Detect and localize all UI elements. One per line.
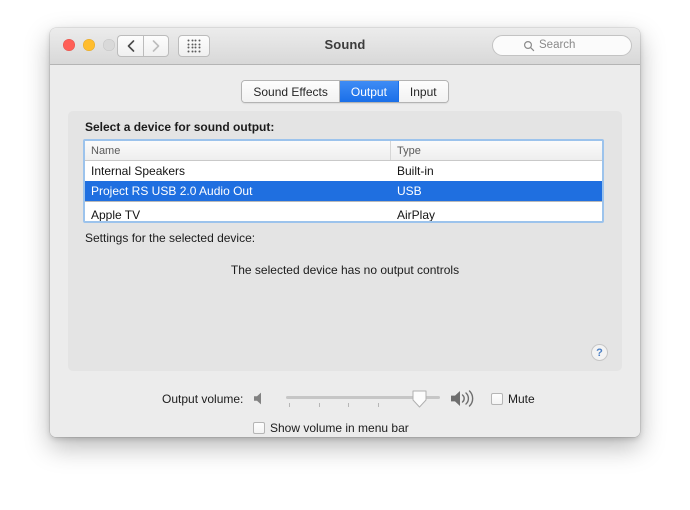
device-name: Project RS USB 2.0 Audio Out: [91, 184, 253, 198]
column-header-name[interactable]: Name: [85, 141, 391, 160]
table-row[interactable]: Project RS USB 2.0 Audio Out USB: [85, 181, 602, 202]
window-titlebar: Sound Search: [50, 28, 640, 65]
device-list-label: Select a device for sound output:: [85, 120, 275, 134]
search-field[interactable]: Search: [492, 35, 632, 56]
table-header-row: Name Type: [85, 141, 602, 161]
mute-label[interactable]: Mute: [508, 392, 535, 406]
mute-checkbox[interactable]: [491, 393, 503, 405]
settings-label: Settings for the selected device:: [85, 231, 256, 245]
device-type: Built-in: [397, 164, 434, 178]
device-name: Internal Speakers: [91, 164, 186, 178]
speaker-low-icon: [254, 392, 261, 405]
sound-preferences-window: Sound Search Sound Effects Output Input …: [50, 28, 640, 437]
column-header-type[interactable]: Type: [391, 141, 602, 160]
tab-sound-effects[interactable]: Sound Effects: [242, 81, 340, 102]
speaker-high-icon: [451, 390, 474, 407]
output-settings-panel: Select a device for sound output: Name T…: [68, 111, 622, 371]
output-volume-slider[interactable]: [286, 386, 440, 412]
window-body: Sound Effects Output Input Select a devi…: [50, 65, 640, 437]
device-name: Apple TV: [91, 208, 141, 222]
search-icon: [523, 40, 535, 52]
help-button[interactable]: ?: [591, 344, 608, 361]
slider-knob[interactable]: [412, 390, 427, 408]
tab-bar: Sound Effects Output Input: [50, 80, 640, 103]
output-volume-row: Output volume: Mute: [50, 386, 640, 412]
table-row[interactable]: Internal Speakers Built-in: [85, 161, 602, 181]
no-output-controls-message: The selected device has no output contro…: [230, 263, 460, 277]
search-placeholder: Search: [539, 39, 576, 51]
table-row[interactable]: Apple TV AirPlay: [85, 205, 602, 222]
tab-output[interactable]: Output: [339, 81, 399, 102]
device-type: USB: [397, 184, 422, 198]
output-volume-label: Output volume:: [162, 392, 244, 406]
show-volume-in-menu-bar-checkbox[interactable]: [253, 422, 265, 434]
show-volume-in-menu-bar-label[interactable]: Show volume in menu bar: [270, 421, 409, 435]
device-table[interactable]: Name Type Internal Speakers Built-in Pro…: [83, 139, 604, 223]
tab-input[interactable]: Input: [398, 81, 448, 102]
device-type: AirPlay: [397, 208, 436, 222]
